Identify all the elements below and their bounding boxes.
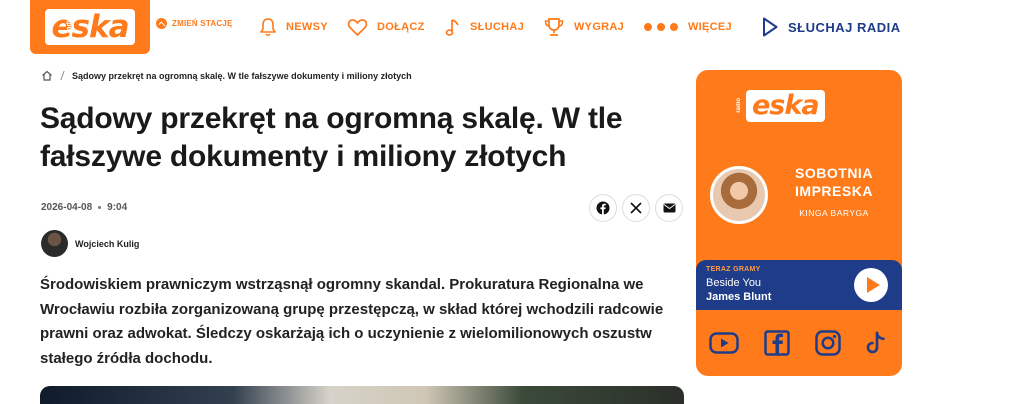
breadcrumb-current: Sądowy przekręt na ogromną skalę. W tle … [72, 70, 412, 81]
breadcrumb: Sądowy przekręt na ogromną skalę. W tle … [41, 70, 412, 81]
article-date: 2026-04-08 [41, 202, 93, 213]
nav-label-wygraj: WYGRAJ [574, 21, 625, 33]
show-host: KINGA BARYGA [799, 208, 869, 218]
nav-label-dolacz: DOŁĄCZ [377, 21, 425, 33]
music-note-icon [445, 19, 459, 36]
widget-eska-logo: eska [746, 90, 825, 122]
top-navigation: radio eska ZMIEŃ STACJĘ NEWSY DOŁĄCZ SŁU… [0, 0, 1024, 54]
show-title: SOBOTNIA IMPRESKA [795, 165, 873, 199]
nav-item-sluchaj[interactable]: SŁUCHAJ [445, 15, 524, 39]
change-station-button[interactable]: ZMIEŃ STACJĘ [156, 18, 232, 29]
play-button[interactable] [854, 268, 888, 302]
instagram-link[interactable] [813, 328, 843, 358]
trophy-icon [544, 18, 564, 36]
radio-player-widget: radio eska SOBOTNIA IMPRESKA KINGA BARYG… [696, 70, 902, 376]
heart-icon [347, 18, 368, 36]
nav-item-wiecej[interactable]: WIĘCEJ [643, 15, 732, 39]
tiktok-link[interactable] [861, 328, 891, 358]
facebook-icon [596, 201, 610, 215]
nav-label-wiecej: WIĘCEJ [688, 21, 732, 33]
listen-radio-label: SŁUCHAJ RADIA [788, 19, 901, 35]
share-x-button[interactable] [622, 194, 650, 222]
now-playing-panel: TERAZ GRAMY Beside You James Blunt [696, 260, 902, 310]
nav-item-dolacz[interactable]: DOŁĄCZ [347, 15, 425, 39]
home-icon[interactable] [41, 70, 53, 81]
nav-label-sluchaj: SŁUCHAJ [470, 21, 525, 33]
listen-radio-button[interactable]: SŁUCHAJ RADIA [761, 15, 901, 39]
chevron-up-icon [156, 18, 167, 29]
share-facebook-button[interactable] [589, 194, 617, 222]
logo-radio-text: radio [66, 16, 73, 34]
author-avatar [41, 230, 68, 257]
now-playing-song: Beside You [706, 277, 762, 289]
logo-eska-text: eska [45, 9, 135, 45]
youtube-icon [709, 332, 739, 354]
dots-icon [644, 23, 678, 31]
change-station-label: ZMIEŃ STACJĘ [172, 19, 233, 28]
mail-icon [663, 203, 675, 213]
article-time: 9:04 [107, 202, 128, 213]
tiktok-icon [866, 331, 885, 354]
facebook-link[interactable] [762, 328, 792, 358]
article-meta: 2026-04-08 9:04 [41, 202, 127, 213]
now-playing-artist: James Blunt [706, 291, 772, 303]
article-lead: Środowiskiem prawniczym wstrząsnął ogrom… [40, 276, 664, 367]
facebook-icon [764, 330, 790, 356]
eska-logo[interactable]: radio eska [30, 0, 150, 54]
meta-separator [98, 206, 102, 209]
play-outline-icon [763, 17, 778, 37]
host-avatar [710, 166, 768, 224]
instagram-icon [815, 330, 841, 356]
nav-item-wygraj[interactable]: WYGRAJ [543, 15, 624, 39]
now-playing-label: TERAZ GRAMY [706, 266, 761, 273]
bell-icon [260, 18, 276, 37]
breadcrumb-separator [60, 71, 65, 80]
article-main-image [40, 386, 684, 404]
share-mail-button[interactable] [655, 194, 683, 222]
nav-item-newsy[interactable]: NEWSY [259, 15, 328, 39]
article-title: Sądowy przekręt na ogromną skalę. W tle … [40, 102, 623, 173]
widget-logo-radio-text: radio [736, 98, 742, 113]
author-byline[interactable]: Wojciech Kulig [41, 230, 139, 257]
x-icon [630, 202, 642, 214]
author-name: Wojciech Kulig [75, 238, 140, 249]
youtube-link[interactable] [709, 328, 739, 358]
nav-label-newsy: NEWSY [286, 21, 328, 33]
